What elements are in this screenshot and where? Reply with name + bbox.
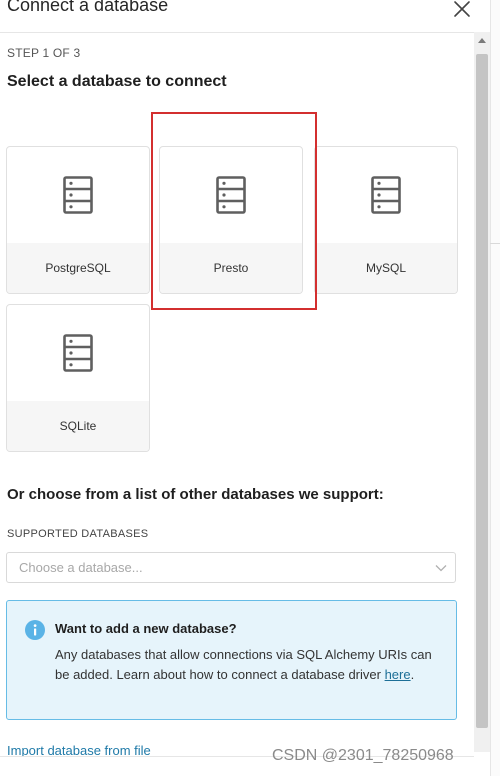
scroll-up-arrow-icon[interactable] (478, 38, 486, 43)
database-card-label: PostgreSQL (7, 243, 149, 293)
scrollbar-thumb[interactable] (476, 54, 488, 728)
database-server-icon (63, 176, 93, 214)
modal-header: Connect a database (0, 0, 474, 33)
database-server-icon (63, 334, 93, 372)
background-divider (490, 243, 500, 244)
supported-database-select[interactable]: Choose a database... (6, 552, 456, 583)
database-card-presto[interactable]: Presto (159, 146, 303, 294)
chevron-down-icon (435, 565, 447, 572)
alert-body-suffix: . (410, 667, 415, 682)
info-alert: Want to add a new database? Any database… (6, 600, 457, 720)
modal-title: Connect a database (7, 0, 169, 15)
database-card-mysql[interactable]: MySQL (314, 146, 458, 294)
database-card-sqlite[interactable]: SQLite (6, 304, 150, 452)
watermark-text: CSDN @2301_78250968 (272, 747, 454, 764)
learn-more-link[interactable]: here (385, 667, 411, 682)
alert-body: Any databases that allow connections via… (55, 645, 445, 685)
info-icon (25, 620, 45, 640)
database-server-icon (216, 176, 246, 214)
select-database-heading: Select a database to connect (7, 73, 227, 90)
alert-title: Want to add a new database? (55, 621, 237, 636)
select-placeholder: Choose a database... (19, 560, 143, 575)
close-icon (454, 1, 470, 17)
alert-body-text: Any databases that allow connections via… (55, 647, 432, 682)
other-databases-heading: Or choose from a list of other databases… (7, 486, 384, 503)
database-card-postgresql[interactable]: PostgreSQL (6, 146, 150, 294)
database-card-label: MySQL (315, 243, 457, 293)
background-panel (490, 0, 500, 776)
database-server-icon (371, 176, 401, 214)
step-indicator: STEP 1 OF 3 (7, 46, 81, 60)
close-button[interactable] (450, 0, 474, 22)
supported-databases-label: SUPPORTED DATABASES (7, 528, 149, 540)
database-card-label: SQLite (7, 401, 149, 451)
database-card-label: Presto (160, 243, 302, 293)
modal-scrollbar[interactable] (474, 32, 490, 752)
